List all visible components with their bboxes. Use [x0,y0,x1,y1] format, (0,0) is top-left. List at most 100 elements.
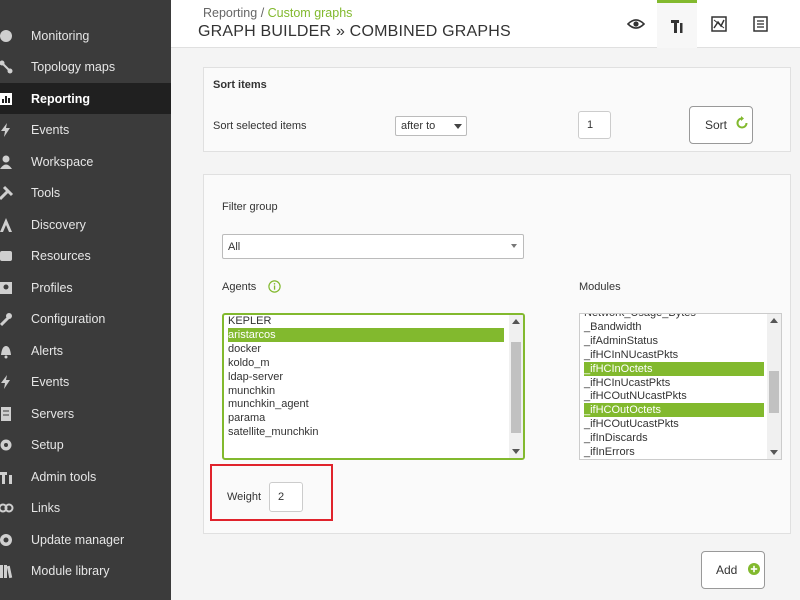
agent-option[interactable]: ldap-server [228,370,504,384]
sort-position-select[interactable]: after to [395,116,467,136]
builder-button[interactable] [657,0,697,48]
resources-icon [0,248,14,264]
agent-option[interactable]: satellite_munchkin [228,425,504,439]
modules-label: Modules [579,281,621,293]
module-option[interactable]: _ifHCOutUcastPkts [584,417,764,431]
breadcrumb-parent[interactable]: Reporting [203,6,257,20]
builder-icon [671,19,683,33]
sidebar-item-resources[interactable]: Resources [0,240,171,271]
breadcrumb-separator: / [260,6,265,20]
sidebar-item-label: Setup [31,437,64,452]
module-option[interactable]: _ifInErrors [584,445,764,459]
chevron-down-icon [511,244,517,248]
sidebar-item-servers[interactable]: Servers [0,398,171,429]
agents-scrollbar-thumb[interactable] [511,342,521,433]
scroll-down-arrow-icon[interactable] [770,450,778,455]
sidebar-item-tools[interactable]: Tools [0,177,171,208]
module-option[interactable]: _ifHCInUcastPkts [584,376,764,390]
agent-option[interactable]: parama [228,411,504,425]
sidebar-item-module-library[interactable]: Module library [0,555,171,586]
sidebar-item-profiles[interactable]: Profiles [0,272,171,303]
sidebar-item-label: Profiles [31,280,73,295]
sidebar-item-label: Workspace [31,154,94,169]
view-button[interactable] [616,0,656,48]
sidebar-item-label: Alerts [31,343,63,358]
module-option[interactable]: _ifHCInNUcastPkts [584,348,764,362]
agent-option[interactable]: aristarcos [228,327,504,342]
list-button[interactable] [740,0,780,48]
sidebar-item-label: Discovery [31,217,86,232]
sort-index-input[interactable]: 1 [578,111,611,139]
graph-button[interactable] [699,0,739,48]
sidebar-item-setup[interactable]: Setup [0,429,171,460]
modules-scrollbar-thumb[interactable] [769,371,779,413]
highlight-box [210,464,333,521]
agents-scrollbar[interactable] [509,315,523,458]
admin-tools-icon [0,469,14,485]
profile-icon [0,280,14,296]
sidebar-item-admin-tools[interactable]: Admin tools [0,461,171,492]
sidebar-item-label: Tools [31,185,61,200]
list-icon [752,16,768,32]
sidebar-item-links[interactable]: Links [0,492,171,523]
page-title: GRAPH BUILDER » COMBINED GRAPHS [198,23,511,40]
agent-option[interactable]: munchkin_agent [228,397,504,411]
sidebar-item-label: Module library [31,563,110,578]
sidebar-item-events[interactable]: Events [0,114,171,145]
agents-listbox[interactable]: satellite_munchkin parama munchkin_agent mu… [222,313,525,460]
module-option[interactable]: _ifAdminStatus [584,334,764,348]
module-option[interactable]: _ifHCOutNUcastPkts [584,389,764,403]
module-option[interactable]: _Bandwidth [584,320,764,334]
scroll-down-arrow-icon[interactable] [512,449,520,454]
sidebar-item-configuration[interactable]: Configuration [0,303,171,334]
agents-label: Agents [222,281,257,293]
sidebar: Monitoring Topology maps Reporting Events Wo… [0,0,171,600]
add-button-label: Add [716,563,738,577]
refresh-icon [736,116,748,129]
agent-option[interactable]: KEPLER [228,315,504,328]
breadcrumb-current[interactable]: Custom graphs [268,6,353,20]
wrench-icon [0,311,14,327]
info-icon[interactable] [268,280,281,293]
modules-listbox[interactable]: _ifInErrors _ifInDiscards _ifHCOutUcastPkt… [579,313,782,460]
add-button[interactable]: Add [701,551,765,589]
gear-icon [0,437,14,453]
scroll-up-arrow-icon[interactable] [770,318,778,323]
header: Reporting / Custom graphs GRAPH BUILDER … [171,0,800,48]
module-option[interactable]: _ifInDiscards [584,431,764,445]
module-option[interactable]: _ifHCOutOctets [584,403,764,418]
topology-icon [0,59,14,75]
server-icon [0,406,14,422]
sidebar-item-label: Monitoring [31,28,90,43]
sidebar-item-label: Topology maps [31,59,116,74]
bell-icon [0,343,14,359]
sidebar-item-events[interactable]: Events [0,366,171,397]
agent-option[interactable]: munchkin [228,384,504,398]
agent-option[interactable]: koldo_m [228,356,504,370]
user-icon [0,154,14,170]
sidebar-item-topology-maps[interactable]: Topology maps [0,51,171,82]
sidebar-item-label: Update manager [31,532,125,547]
breadcrumb: Reporting / Custom graphs [203,6,352,20]
sidebar-item-label: Configuration [31,311,106,326]
modules-scrollbar[interactable] [767,314,781,459]
discovery-icon [0,217,14,233]
sidebar-item-alerts[interactable]: Alerts [0,335,171,366]
sidebar-item-discovery[interactable]: Discovery [0,209,171,240]
filter-group-value: All [228,240,241,253]
filter-group-select[interactable]: All [222,234,524,259]
chart-icon [0,91,14,107]
monitor-icon [0,28,14,44]
sort-button[interactable]: Sort [689,106,753,144]
module-option[interactable]: _ifHCInOctets [584,361,764,376]
agent-option[interactable]: docker [228,342,504,356]
sort-button-label: Sort [705,118,728,132]
sidebar-item-monitoring[interactable]: Monitoring [0,20,171,51]
sidebar-item-update-manager[interactable]: Update manager [0,524,171,555]
scroll-up-arrow-icon[interactable] [512,319,520,324]
sidebar-item-workspace[interactable]: Workspace [0,146,171,177]
module-option[interactable]: Network_Usage_Bytes [584,314,764,320]
sort-selected-label: Sort selected items [213,120,307,132]
sidebar-item-reporting[interactable]: Reporting [0,83,171,114]
add-icon [748,563,760,575]
